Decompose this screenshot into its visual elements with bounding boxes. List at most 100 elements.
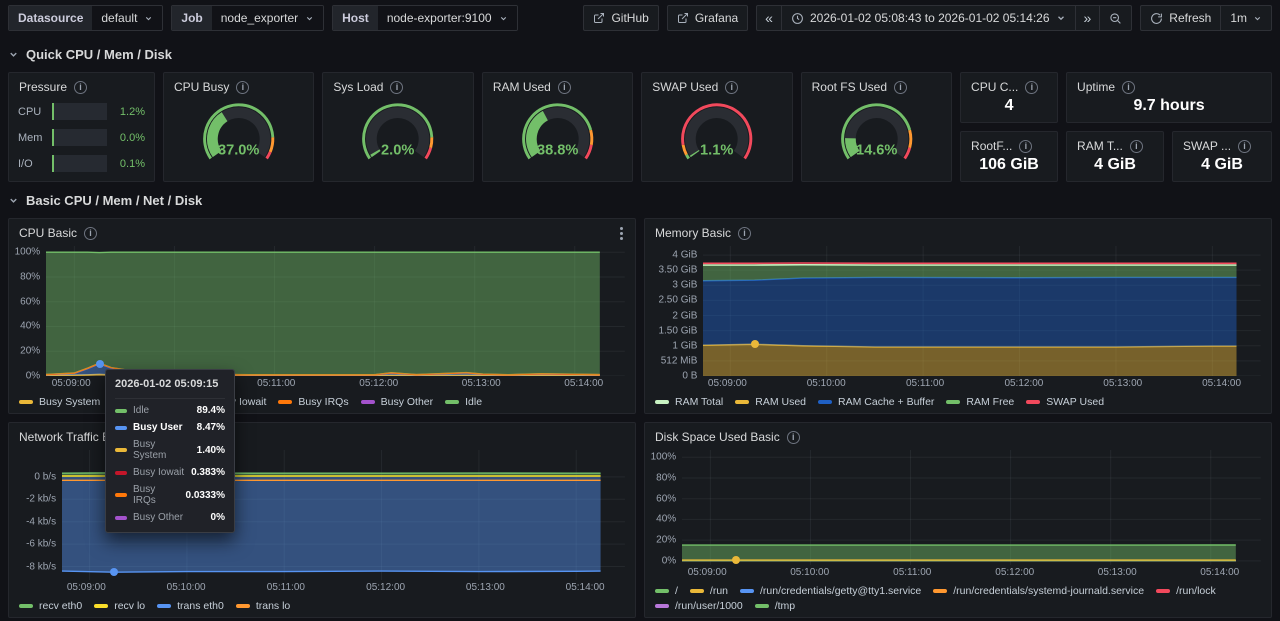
tooltip-row-busy-user: Busy User8.47% <box>115 422 225 433</box>
panel-title[interactable]: SWAP ... <box>1183 139 1231 153</box>
memory-basic-plot[interactable] <box>703 246 1261 376</box>
time-range-picker[interactable]: 2026-01-02 05:08:43 to 2026-01-02 05:14:… <box>781 6 1075 30</box>
pressure-row-label: CPU <box>18 106 46 118</box>
chevron-down-icon <box>1056 13 1066 23</box>
panel-title[interactable]: Uptime <box>1077 80 1115 94</box>
series-color-swatch <box>278 400 292 404</box>
legend-item-busy-irqs[interactable]: Busy IRQs <box>278 396 348 408</box>
panel-title[interactable]: Pressure <box>19 80 67 94</box>
variable-value[interactable]: node_exporter <box>212 6 323 30</box>
x-tick-label: 05:12:00 <box>366 582 405 593</box>
x-tick-label: 05:10:00 <box>807 378 846 389</box>
legend-label: / <box>675 585 678 597</box>
datasource-variable-dropdown[interactable]: Datasourcedefault <box>8 5 163 31</box>
info-icon[interactable]: i <box>725 81 738 94</box>
refresh-button[interactable]: Refresh <box>1141 6 1220 30</box>
collapse-chevron-icon <box>8 195 19 206</box>
legend-item-busy-other[interactable]: Busy Other <box>361 396 434 408</box>
panel-title[interactable]: SWAP Used <box>652 80 718 94</box>
panel-title[interactable]: RootF... <box>971 139 1012 153</box>
stat-panel-swap: SWAP ...i4 GiB <box>1172 131 1272 182</box>
disk-space-used-basic-legend: / /run/run/credentials/getty@tty1.service… <box>645 582 1271 597</box>
series-color-swatch <box>690 589 704 593</box>
panel-title[interactable]: CPU Basic <box>19 226 77 240</box>
info-icon[interactable]: i <box>558 81 571 94</box>
legend-item-idle[interactable]: Idle <box>445 396 482 408</box>
series-color-swatch <box>933 589 947 593</box>
y-tick-label: 1.50 GiB <box>658 325 697 336</box>
legend-item-busy-system[interactable]: Busy System <box>19 396 100 408</box>
info-icon[interactable]: i <box>1122 81 1135 94</box>
variable-value[interactable]: default <box>92 6 162 30</box>
info-icon[interactable]: i <box>894 81 907 94</box>
x-tick-label: 05:09:00 <box>708 378 747 389</box>
refresh-interval-dropdown[interactable]: 1m <box>1220 6 1271 30</box>
legend-item-swap-used[interactable]: SWAP Used <box>1026 396 1104 408</box>
legend-item-ram-cache-buffer[interactable]: RAM Cache + Buffer <box>818 396 934 408</box>
time-forward-button[interactable]: » <box>1075 6 1100 30</box>
cpu-basic-plot[interactable] <box>46 246 625 376</box>
tooltip-series-label: Busy Other <box>133 512 183 523</box>
info-icon[interactable]: i <box>84 227 97 240</box>
tooltip-series-value: 0.0333% <box>186 490 225 501</box>
info-icon[interactable]: i <box>1019 140 1032 153</box>
legend-item-run-user-1000[interactable]: /run/user/1000 <box>655 600 743 612</box>
panel-title[interactable]: CPU C... <box>971 80 1018 94</box>
zoom-out-button[interactable] <box>1099 6 1131 30</box>
x-tick-label: 05:11:00 <box>893 567 931 578</box>
info-icon[interactable]: i <box>1130 140 1143 153</box>
panel-title[interactable]: Memory Basic <box>655 226 731 240</box>
panel-title[interactable]: Disk Space Used Basic <box>655 430 780 444</box>
tooltip-series-label: Busy IRQs <box>133 484 180 506</box>
legend-item-ram-used[interactable]: RAM Used <box>735 396 806 408</box>
info-icon[interactable]: i <box>74 81 87 94</box>
section-header-basic[interactable]: Basic CPU / Mem / Net / Disk <box>0 190 1280 210</box>
tooltip-row-busy-other: Busy Other0% <box>115 512 225 523</box>
pressure-row-cpu: CPU1.2% <box>9 103 154 120</box>
panel-title[interactable]: RAM Used <box>493 80 551 94</box>
svg-text:14.6%: 14.6% <box>856 143 897 159</box>
legend-item-trans-eth0[interactable]: trans eth0 <box>157 600 224 612</box>
link-label: Grafana <box>695 11 738 25</box>
info-icon[interactable]: i <box>738 227 751 240</box>
host-variable-dropdown[interactable]: Hostnode-exporter:9100 <box>332 5 517 31</box>
y-tick-label: 0% <box>662 555 676 566</box>
legend-item-ram-total[interactable]: RAM Total <box>655 396 723 408</box>
panel-title[interactable]: Root FS Used <box>812 80 887 94</box>
legend-item-run-credentials-getty-tty1-service[interactable]: /run/credentials/getty@tty1.service <box>740 585 921 597</box>
info-icon[interactable]: i <box>236 81 249 94</box>
info-icon[interactable]: i <box>1238 140 1251 153</box>
info-icon[interactable]: i <box>1025 81 1038 94</box>
series-color-swatch <box>157 604 171 608</box>
series-color-swatch <box>445 400 459 404</box>
panel-title[interactable]: Sys Load <box>333 80 383 94</box>
panel-title[interactable]: CPU Busy <box>174 80 229 94</box>
tooltip-series-value: 0.383% <box>191 467 225 478</box>
legend-label: Idle <box>465 396 482 408</box>
legend-item-recv-lo[interactable]: recv lo <box>94 600 145 612</box>
section-header-quick[interactable]: Quick CPU / Mem / Disk <box>0 44 1280 64</box>
y-tick-label: 80% <box>20 271 40 282</box>
variable-value[interactable]: node-exporter:9100 <box>378 6 517 30</box>
info-icon[interactable]: i <box>390 81 403 94</box>
grafana-link-button[interactable]: Grafana <box>667 5 748 31</box>
legend-item-ram-free[interactable]: RAM Free <box>946 396 1014 408</box>
github-link-button[interactable]: GitHub <box>583 5 658 31</box>
legend-item-run[interactable]: /run <box>690 585 728 597</box>
y-tick-label: 1 GiB <box>672 340 697 351</box>
pressure-row-value: 0.0% <box>113 132 145 144</box>
legend-item-run-credentials-systemd-journald-service[interactable]: /run/credentials/systemd-journald.servic… <box>933 585 1144 597</box>
legend-item-recv-eth0[interactable]: recv eth0 <box>19 600 82 612</box>
info-icon[interactable]: i <box>787 431 800 444</box>
job-variable-dropdown[interactable]: Jobnode_exporter <box>171 5 324 31</box>
legend-item-trans-lo[interactable]: trans lo <box>236 600 290 612</box>
legend-item-[interactable]: / <box>655 585 678 597</box>
time-back-button[interactable]: « <box>757 6 781 30</box>
panel-title[interactable]: RAM T... <box>1077 139 1123 153</box>
disk-space-used-basic-plot[interactable] <box>682 450 1261 565</box>
legend-item-run-lock[interactable]: /run/lock <box>1156 585 1216 597</box>
x-tick-label: 05:14:00 <box>1202 378 1241 389</box>
legend-item-tmp[interactable]: /tmp <box>755 600 795 612</box>
panel-menu-kebab-icon[interactable] <box>614 226 628 240</box>
series-color-swatch <box>655 589 669 593</box>
